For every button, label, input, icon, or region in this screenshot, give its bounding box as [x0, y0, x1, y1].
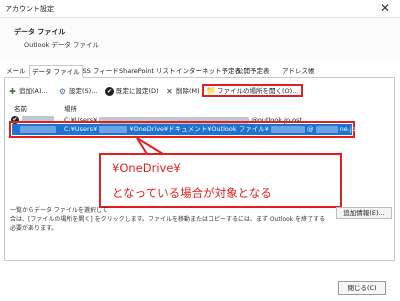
settings-button[interactable]: ⚙ 設定(S)...	[58, 85, 98, 97]
set-default-button-label: 既定に設定(D)	[116, 87, 159, 95]
settings-icon: ⚙	[58, 86, 67, 96]
open-file-location-button[interactable]: 📁 ファイルの場所を開く(O)...	[202, 84, 304, 97]
column-header-name[interactable]: 名前	[14, 103, 27, 113]
header-section: データ ファイル Outlook データ ファイル	[0, 18, 400, 60]
folder-icon: 📁	[206, 86, 216, 95]
path-start: C:¥Users¥	[64, 125, 98, 133]
callout-line-1: ¥OneDrive¥	[112, 161, 181, 175]
checkmark-icon: ✔	[105, 86, 114, 96]
list-item-selected[interactable]: C:¥Users¥ ¥OneDrive¥ドキュメント¥Outlook ファイル¥…	[9, 121, 368, 138]
remove-button-label: 削除(M)	[176, 87, 200, 95]
redacted-path	[270, 125, 305, 133]
close-button[interactable]: 閉じる(C)	[338, 281, 386, 295]
redacted-path	[315, 125, 338, 133]
description-text: 一覧からデータ ファイルを選択して 合は、[ファイルの場所を開く] をクリックし…	[10, 206, 330, 233]
redacted-path	[99, 125, 128, 133]
redacted-name	[20, 126, 56, 133]
more-info-button[interactable]: 追加情報(E)...	[336, 207, 392, 219]
close-icon[interactable]: ✕	[380, 1, 390, 15]
annotation-callout: ¥OneDrive¥ となっている場合が対象となる	[99, 153, 342, 208]
path-mid: ¥OneDrive¥ドキュメント¥Outlook ファイル¥	[129, 125, 269, 133]
redacted-path	[99, 116, 250, 124]
callout-line-2: となっている場合が対象となる	[112, 186, 272, 200]
set-default-button[interactable]: ✔ 既定に設定(D)	[105, 85, 159, 97]
path-end: @outlook.jp.ost	[251, 116, 303, 124]
path-start: C:¥Users¥	[64, 116, 98, 124]
open-file-location-button-label: ファイルの場所を開く(O)...	[217, 86, 299, 95]
path-at: @	[307, 125, 314, 133]
remove-icon: ✕	[166, 86, 173, 96]
window-title: アカウント設定	[5, 5, 54, 13]
path-end: ne.jp.pst	[339, 125, 368, 133]
file-location: C:¥Users¥ ¥OneDrive¥ドキュメント¥Outlook ファイル¥…	[64, 124, 368, 134]
column-header-location[interactable]: 場所	[64, 103, 77, 113]
redacted-name	[22, 116, 54, 123]
description-line-1: 一覧からデータ ファイルを選択して	[10, 207, 108, 214]
add-file-icon: ✚	[9, 86, 16, 96]
default-checkmark-icon: ✔	[11, 116, 19, 124]
title-bar: アカウント設定 ✕	[0, 0, 400, 18]
add-button[interactable]: ✚ 追加(A)...	[8, 85, 48, 97]
remove-button[interactable]: ✕ 削除(M)	[165, 85, 200, 97]
section-heading: データ ファイル	[14, 28, 66, 36]
tab-data-files[interactable]: データ ファイル	[29, 65, 83, 78]
section-subheading: Outlook データ ファイル	[24, 41, 99, 49]
add-button-label: 追加(A)...	[19, 87, 48, 95]
description-line-2: 合は、[ファイルの場所を開く] をクリックします。ファイルを移動またはコピーする…	[10, 216, 326, 232]
settings-button-label: 設定(S)...	[69, 87, 98, 95]
